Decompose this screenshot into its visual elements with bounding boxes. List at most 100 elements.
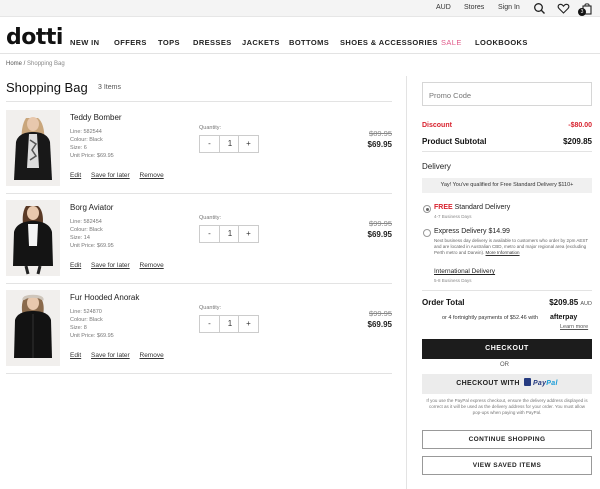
bag-item: Fur Hooded Anorak Line: 524870 Colour: B…: [6, 290, 392, 372]
bag-divider: [6, 101, 392, 102]
bag-item: Teddy Bomber Line: 582544 Colour: Black …: [6, 110, 392, 192]
search-icon[interactable]: [533, 2, 546, 15]
nav-offers[interactable]: OFFERS: [114, 38, 147, 47]
sign-in-link[interactable]: Sign In: [498, 4, 520, 11]
summary-divider: [422, 151, 592, 152]
quantity-value[interactable]: 1: [220, 226, 240, 242]
original-price: $89.95: [369, 129, 392, 138]
nav-jackets[interactable]: JACKETS: [242, 38, 280, 47]
product-size: Size: 6: [70, 145, 87, 151]
quantity-value[interactable]: 1: [220, 316, 240, 332]
wishlist-heart-icon[interactable]: [557, 2, 570, 15]
original-price: $99.95: [369, 309, 392, 318]
product-unit-price: Unit Price: $69.95: [70, 153, 114, 159]
dotti-logo[interactable]: dotti: [6, 25, 63, 50]
subtotal-value: $209.85: [563, 137, 592, 146]
free-delivery-banner: Yay! You've qualified for Free Standard …: [422, 178, 592, 193]
save-for-later-link[interactable]: Save for later: [91, 352, 130, 359]
quantity-label: Quantity:: [199, 215, 222, 221]
decrease-quantity-button[interactable]: -: [200, 136, 220, 152]
product-image[interactable]: [6, 110, 60, 186]
paypal-checkout-button[interactable]: CHECKOUT WITH PayPal: [422, 374, 592, 394]
product-colour: Colour: Black: [70, 227, 103, 233]
edit-link[interactable]: Edit: [70, 352, 81, 359]
afterpay-learn-more-link[interactable]: Learn more: [560, 324, 588, 330]
nav-dresses[interactable]: DRESSES: [193, 38, 232, 47]
or-divider-label: OR: [500, 362, 509, 368]
column-divider: [406, 76, 407, 489]
checkout-button[interactable]: CHECKOUT: [422, 339, 592, 359]
edit-link[interactable]: Edit: [70, 262, 81, 269]
nav-divider: [0, 53, 600, 54]
currency-selector[interactable]: AUD: [436, 4, 451, 11]
increase-quantity-button[interactable]: +: [238, 226, 258, 242]
nav-new-in[interactable]: NEW IN: [70, 38, 99, 47]
quantity-stepper: - 1 +: [199, 225, 259, 243]
sale-price: $69.95: [367, 140, 392, 149]
product-unit-price: Unit Price: $69.95: [70, 333, 114, 339]
increase-quantity-button[interactable]: +: [238, 136, 258, 152]
save-for-later-link[interactable]: Save for later: [91, 262, 130, 269]
decrease-quantity-button[interactable]: -: [200, 226, 220, 242]
afterpay-logo: afterpay: [550, 314, 578, 321]
nav-sale[interactable]: SALE: [441, 38, 462, 47]
nav-bottoms[interactable]: BOTTOMS: [289, 38, 329, 47]
standard-delivery-option[interactable]: FREE Standard Delivery: [434, 204, 510, 211]
original-price: $99.95: [369, 219, 392, 228]
international-delivery-link[interactable]: International Delivery: [434, 268, 495, 275]
continue-shopping-button[interactable]: CONTINUE SHOPPING: [422, 430, 592, 449]
free-tag: FREE: [434, 204, 453, 211]
express-delivery-label[interactable]: Express Delivery $14.99: [434, 228, 510, 235]
product-unit-price: Unit Price: $69.95: [70, 243, 114, 249]
edit-link[interactable]: Edit: [70, 172, 81, 179]
promo-code-input[interactable]: Promo Code: [422, 82, 592, 106]
quantity-stepper: - 1 +: [199, 135, 259, 153]
quantity-value[interactable]: 1: [220, 136, 240, 152]
increase-quantity-button[interactable]: +: [238, 316, 258, 332]
remove-link[interactable]: Remove: [140, 262, 164, 269]
subtotal-label: Product Subtotal: [422, 137, 487, 146]
express-delivery-radio[interactable]: [423, 229, 431, 237]
sale-price: $69.95: [367, 230, 392, 239]
product-colour: Colour: Black: [70, 317, 103, 323]
item-divider: [6, 193, 392, 194]
product-line: Line: 524870: [70, 309, 102, 315]
product-colour: Colour: Black: [70, 137, 103, 143]
save-for-later-link[interactable]: Save for later: [91, 172, 130, 179]
page-title: Shopping Bag: [6, 80, 88, 95]
delivery-heading: Delivery: [422, 162, 451, 171]
order-total-row: Order Total $209.85 AUD: [422, 298, 592, 307]
item-divider: [6, 283, 392, 284]
product-name[interactable]: Teddy Bomber: [70, 113, 122, 122]
product-image[interactable]: [6, 290, 60, 366]
nav-tops[interactable]: TOPS: [158, 38, 180, 47]
product-image[interactable]: [6, 200, 60, 276]
quantity-label: Quantity:: [199, 125, 222, 131]
paypal-wordmark-pay: Pay: [532, 380, 547, 387]
product-name[interactable]: Fur Hooded Anorak: [70, 293, 139, 302]
breadcrumb-home[interactable]: Home /: [6, 61, 25, 67]
cart-count-badge: 3: [578, 8, 586, 16]
more-information-link[interactable]: More Information: [486, 250, 520, 255]
afterpay-text: or 4 fortnightly payments of $52.46 with: [442, 315, 538, 321]
sale-price: $69.95: [367, 320, 392, 329]
view-saved-items-button[interactable]: VIEW SAVED ITEMS: [422, 456, 592, 475]
standard-delivery-radio[interactable]: [423, 205, 431, 213]
stores-link[interactable]: Stores: [464, 4, 484, 11]
remove-link[interactable]: Remove: [140, 352, 164, 359]
product-name[interactable]: Borg Aviator: [70, 203, 113, 212]
product-line: Line: 582454: [70, 219, 102, 225]
breadcrumb: Home / Shopping Bag: [6, 61, 65, 67]
product-size: Size: 8: [70, 325, 87, 331]
decrease-quantity-button[interactable]: -: [200, 316, 220, 332]
utility-bar: AUD Stores Sign In 3: [0, 0, 600, 17]
breadcrumb-current: Shopping Bag: [27, 61, 65, 67]
nav-lookbooks[interactable]: LOOKBOOKS: [475, 38, 528, 47]
international-delivery-days: 5-8 Business Days: [434, 278, 472, 283]
remove-link[interactable]: Remove: [140, 172, 164, 179]
nav-shoes-accessories[interactable]: SHOES & ACCESSORIES: [340, 38, 438, 47]
paypal-note: If you use the PayPal express checkout, …: [426, 398, 588, 415]
order-total-value: $209.85: [549, 298, 579, 307]
order-total-label: Order Total: [422, 298, 465, 307]
paypal-icon: [523, 378, 531, 386]
